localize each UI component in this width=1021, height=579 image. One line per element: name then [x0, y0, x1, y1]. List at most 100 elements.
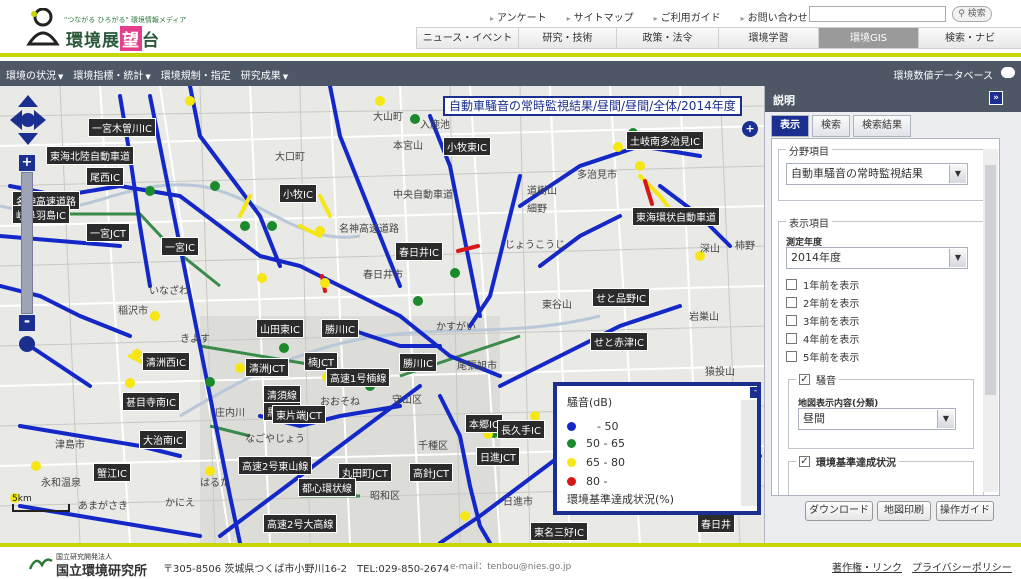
- legend-collapse-button[interactable]: -: [750, 387, 761, 398]
- page-root: "つながる ひろがる" 環境情報メディア 環境展望台 アンケート サイトマップ ご利…: [0, 0, 1021, 579]
- interchange-label[interactable]: 勝川IC: [321, 319, 359, 338]
- sub-nav-item[interactable]: 環境の状況 ▼: [6, 67, 63, 82]
- interchange-label[interactable]: 甚目寺南IC: [122, 392, 180, 411]
- panel-title: 説明: [773, 94, 795, 107]
- panel-button[interactable]: 地図印刷: [877, 501, 931, 521]
- interchange-label[interactable]: 高速1号楠線: [326, 368, 391, 387]
- globe-icon[interactable]: [19, 336, 35, 352]
- panel-tab[interactable]: 検索: [812, 115, 850, 137]
- prev-year-checkbox[interactable]: 2年前を表示: [786, 295, 859, 310]
- utility-link[interactable]: ご利用ガイド: [654, 9, 721, 24]
- prev-year-checkbox[interactable]: 1年前を表示: [786, 277, 859, 292]
- interchange-label[interactable]: 一宮IC: [161, 237, 199, 256]
- place-label: 猿投山: [705, 367, 735, 378]
- interchange-label[interactable]: 尾西IC: [86, 167, 124, 186]
- interchange-label[interactable]: 一宮木曽川IC: [88, 118, 156, 137]
- panel-tab[interactable]: 検索結果: [853, 115, 911, 137]
- panel-tab[interactable]: 表示: [771, 115, 809, 137]
- utility-link[interactable]: サイトマップ: [567, 9, 634, 24]
- panel-button[interactable]: 操作ガイド: [936, 501, 994, 521]
- interchange-label[interactable]: 山田東IC: [256, 319, 304, 338]
- legend-title: 騒音(dB): [567, 396, 613, 409]
- panel-button[interactable]: ダウンロード: [805, 501, 873, 521]
- checkbox-checked: ✓: [799, 456, 810, 467]
- zoom-slider[interactable]: [21, 172, 33, 314]
- env-checkbox[interactable]: ✓ 環境基準達成状況: [796, 454, 899, 469]
- interchange-label[interactable]: せと品野IC: [592, 288, 650, 307]
- year-select[interactable]: 2014年度 ▼: [786, 247, 968, 269]
- checkbox-unchecked: [786, 315, 797, 326]
- legend-scrollbar[interactable]: [741, 400, 757, 506]
- checkbox-unchecked: [786, 279, 797, 290]
- panel-scrollbar[interactable]: [983, 149, 998, 492]
- prev-year-checkbox[interactable]: 5年前を表示: [786, 349, 859, 364]
- gnav-tab[interactable]: 研究・技術: [518, 27, 616, 49]
- place-label: 道樹山: [527, 186, 557, 197]
- footer-link[interactable]: 著作権・リンク: [832, 559, 902, 574]
- place-label: 深山: [700, 244, 720, 255]
- footer-link[interactable]: プライバシーポリシー: [912, 559, 1012, 574]
- caret-down-icon: ▼: [58, 73, 64, 81]
- pan-control[interactable]: [10, 95, 46, 145]
- interchange-label[interactable]: 小牧IC: [279, 184, 317, 203]
- interchange-label[interactable]: 清洲JCT: [245, 358, 290, 377]
- place-label: 細野: [527, 204, 547, 215]
- interchange-label[interactable]: 東片端JCT: [272, 405, 327, 424]
- gnav-tab[interactable]: ニュース・イベント: [416, 27, 518, 49]
- sub-nav-item[interactable]: 環境規制・指定: [161, 67, 231, 82]
- interchange-label[interactable]: 東海北陸自動車道: [46, 146, 134, 165]
- zoom-in-button[interactable]: +: [19, 155, 35, 171]
- gnav-tab[interactable]: 環境GIS: [818, 27, 918, 49]
- interchange-label[interactable]: 長久手IC: [497, 420, 545, 439]
- global-nav: ニュース・イベント 研究・技術 政策・法令 環境学習 環境GIS 検索・ナビ: [416, 27, 1021, 49]
- site-logo[interactable]: "つながる ひろがる" 環境情報メディア 環境展望台: [26, 6, 186, 51]
- interchange-label[interactable]: 高速2号大高線: [263, 514, 338, 533]
- env-database-link[interactable]: 環境数値データベース: [894, 67, 994, 82]
- sub-nav-item[interactable]: 環境指標・統計 ▼: [73, 67, 150, 82]
- content-select[interactable]: 昼間 ▼: [798, 408, 956, 430]
- interchange-label[interactable]: 大治南IC: [139, 430, 187, 449]
- interchange-label[interactable]: 日進JCT: [476, 447, 521, 466]
- panel-scrollbar-thumb[interactable]: [985, 165, 996, 395]
- site-search-input[interactable]: [809, 6, 946, 22]
- sub-nav-item[interactable]: 研究成果 ▼: [241, 67, 288, 82]
- interchange-label[interactable]: 小牧東IC: [443, 137, 491, 156]
- interchange-label[interactable]: 都心環状線: [298, 478, 356, 497]
- gnav-tab[interactable]: 環境学習: [718, 27, 818, 49]
- place-label: 守山区: [392, 395, 422, 406]
- interchange-label[interactable]: 土岐南多治見IC: [626, 131, 704, 150]
- panel-collapse-button[interactable]: »: [989, 91, 1003, 105]
- gnav-tab[interactable]: 検索・ナビ: [918, 27, 1021, 49]
- interchange-label[interactable]: 高速2号東山線: [238, 456, 313, 475]
- gnav-tab[interactable]: 政策・法令: [616, 27, 718, 49]
- interchange-label[interactable]: 東名三好IC: [530, 522, 588, 541]
- zoom-out-button[interactable]: -: [19, 314, 35, 331]
- interchange-label[interactable]: 東海環状自動車道: [632, 207, 720, 226]
- checkbox-unchecked: [786, 351, 797, 362]
- interchange-label[interactable]: 春日井: [697, 514, 735, 533]
- site-search-button[interactable]: ⚲ 検索: [952, 6, 992, 22]
- interchange-label[interactable]: 高針JCT: [409, 463, 454, 482]
- interchange-label[interactable]: 清洲西IC: [142, 352, 190, 371]
- map-plus-button[interactable]: +: [742, 121, 758, 137]
- speech-bubble-icon[interactable]: [1001, 67, 1015, 78]
- legend-label: 80 -: [586, 475, 608, 488]
- interchange-label[interactable]: せと赤津IC: [590, 332, 648, 351]
- legend-swatch: [567, 421, 576, 431]
- legend-row: - 50: [567, 418, 618, 434]
- noise-checkbox[interactable]: ✓ 騒音: [796, 372, 839, 387]
- utility-link[interactable]: アンケート: [490, 9, 547, 24]
- place-label: いなざわ: [149, 286, 189, 297]
- display-section-label: 表示項目: [786, 215, 832, 230]
- place-label: 本宮山: [393, 141, 423, 152]
- interchange-label[interactable]: 春日井IC: [395, 242, 443, 261]
- field-select[interactable]: 自動車騒音の常時監視結果 ▼: [786, 163, 968, 185]
- utility-link[interactable]: お問い合わせ: [741, 9, 808, 24]
- prev-year-checkbox[interactable]: 3年前を表示: [786, 313, 859, 328]
- interchange-label[interactable]: 蟹江IC: [93, 463, 131, 482]
- interchange-label[interactable]: 一宮JCT: [86, 223, 131, 242]
- interchange-label[interactable]: 勝川IC: [399, 353, 437, 372]
- place-label: かすがい: [436, 322, 476, 333]
- place-label: かにえ: [165, 498, 195, 509]
- prev-year-checkbox[interactable]: 4年前を表示: [786, 331, 859, 346]
